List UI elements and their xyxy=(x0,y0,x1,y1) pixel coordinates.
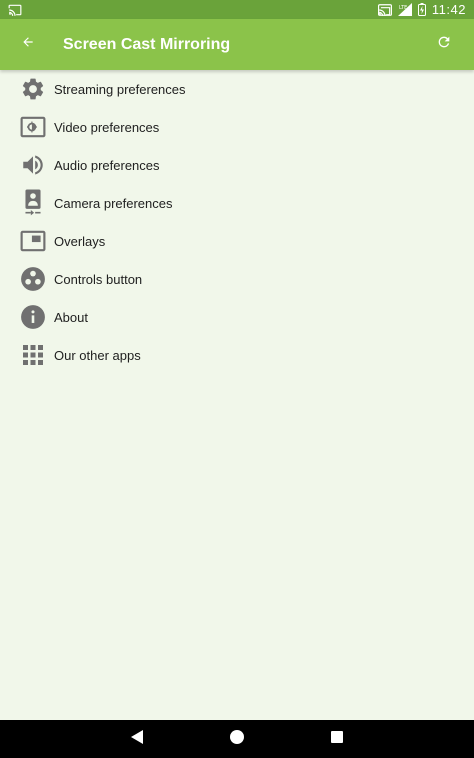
menu-item-streaming-preferences[interactable]: Streaming preferences xyxy=(0,70,474,108)
page-title: Screen Cast Mirroring xyxy=(63,35,231,53)
nav-recents-button[interactable] xyxy=(287,720,387,758)
status-right: LTE 11:42 xyxy=(377,2,466,17)
cast-icon xyxy=(8,4,22,16)
menu-item-audio-preferences[interactable]: Audio preferences xyxy=(0,146,474,184)
overlay-icon xyxy=(19,227,47,255)
system-nav-bar xyxy=(0,720,474,758)
nav-back-button[interactable] xyxy=(87,720,187,758)
nav-home-button[interactable] xyxy=(187,720,287,758)
home-circle-icon xyxy=(229,729,245,750)
signal-icon: LTE xyxy=(397,3,412,16)
menu-item-label: Camera preferences xyxy=(54,195,173,211)
battery-icon xyxy=(417,3,426,16)
apps-grid-icon xyxy=(19,341,47,369)
video-settings-icon xyxy=(19,113,47,141)
back-triangle-icon xyxy=(130,729,144,750)
back-button[interactable] xyxy=(0,19,56,70)
menu-item-label: Video preferences xyxy=(54,119,160,135)
settings-menu: Streaming preferences Video preferences … xyxy=(0,70,474,374)
menu-item-label: Audio preferences xyxy=(54,157,160,173)
menu-item-video-preferences[interactable]: Video preferences xyxy=(0,108,474,146)
refresh-button[interactable] xyxy=(424,19,464,70)
menu-item-label: Controls button xyxy=(54,271,143,287)
menu-item-label: Overlays xyxy=(54,233,106,249)
status-bar: LTE 11:42 xyxy=(0,0,474,19)
cast-connected-icon xyxy=(377,3,392,16)
menu-item-about[interactable]: About xyxy=(0,298,474,336)
menu-item-label: Streaming preferences xyxy=(54,81,186,97)
menu-item-label: About xyxy=(54,309,88,325)
menu-item-our-other-apps[interactable]: Our other apps xyxy=(0,336,474,374)
menu-item-label: Our other apps xyxy=(54,347,141,363)
status-left xyxy=(8,4,22,16)
camera-switch-icon xyxy=(19,189,47,217)
controls-icon xyxy=(19,265,47,293)
menu-item-overlays[interactable]: Overlays xyxy=(0,222,474,260)
app-bar: Screen Cast Mirroring xyxy=(0,19,474,70)
signal-label: LTE xyxy=(399,5,407,11)
info-icon xyxy=(19,303,47,331)
speaker-icon xyxy=(19,151,47,179)
gear-icon xyxy=(19,75,47,103)
status-time: 11:42 xyxy=(431,2,466,17)
arrow-back-icon xyxy=(21,35,35,54)
menu-item-controls-button[interactable]: Controls button xyxy=(0,260,474,298)
refresh-icon xyxy=(436,34,452,55)
menu-item-camera-preferences[interactable]: Camera preferences xyxy=(0,184,474,222)
recents-square-icon xyxy=(330,730,344,749)
